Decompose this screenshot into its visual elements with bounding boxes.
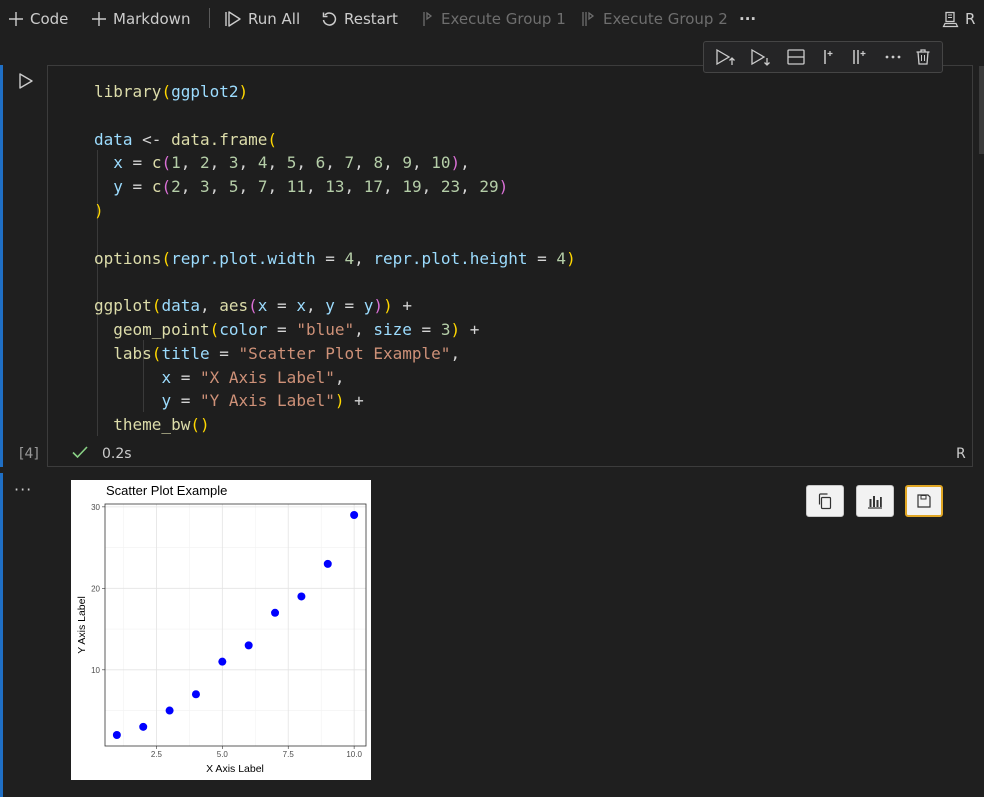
scatter-point [244,641,253,650]
code-line: geom_point(color = "blue", size = 3) + [113,319,480,339]
more-label: ··· [739,10,757,28]
execution-count: [4] [19,446,39,462]
scatter-point [350,511,359,519]
editor-scrollbar[interactable] [979,66,984,154]
code-editor[interactable]: library(ggplot2) data <- data.frame( x =… [94,80,576,437]
restart-button[interactable]: Restart [321,8,398,30]
x-tick-label: 10.0 [346,750,362,759]
kernel-picker[interactable]: R [942,8,975,30]
scatter-point [112,731,121,739]
y-tick-label: 10 [91,666,100,675]
x-tick-label: 7.5 [283,750,295,759]
y-axis-label: Y Axis Label [76,596,88,654]
code-line: y = "Y Axis Label") + [161,391,364,411]
add-markdown-cell-button[interactable]: Markdown [91,8,190,30]
plot-panel [104,503,367,747]
execute-group-2-label: Execute Group 2 [603,10,728,28]
scatter-point [297,592,306,601]
add-code-cell-button[interactable]: Code [8,8,68,30]
more-cell-actions-icon[interactable] [884,54,902,60]
code-line: data <- data.frame( [94,129,278,149]
y-tick-label: 30 [91,503,100,512]
y-tick-label: 20 [91,584,100,593]
run-all-label: Run All [248,10,301,28]
bar-chart-icon [868,496,882,509]
delete-cell-icon[interactable] [915,48,931,66]
output-more-button[interactable]: ··· [14,480,32,499]
restart-icon [321,11,338,28]
toolbar-divider [209,8,210,28]
code-line: labs(title = "Scatter Plot Example", [113,343,461,363]
execute-group-1-button[interactable]: Execute Group 1 [421,8,566,30]
execute-group-2-button[interactable]: Execute Group 2 [581,8,728,30]
code-line: x = "X Axis Label", [161,367,345,387]
execute-above-icon[interactable] [715,47,737,67]
plot-output: Scatter Plot Example 2.5 5.0 7.5 10.0 10 20 30… [71,480,371,780]
scatter-point [271,608,280,617]
copy-icon [818,493,832,510]
cell-toolbar [703,41,943,73]
success-check-icon [71,444,89,464]
code-label: Code [30,10,69,28]
plus-icon [91,11,107,27]
split-cell-icon[interactable] [786,48,806,66]
x-tick-label: 5.0 [217,750,229,759]
cell-language[interactable]: R [956,446,966,462]
code-line: theme_bw() [113,415,210,435]
notebook-toolbar: Code Markdown Run All Restart Execute Gr… [0,0,984,38]
execute-group-1-label: Execute Group 1 [441,10,566,28]
scatter-point [191,690,200,699]
code-line: options(repr.plot.width = 4, repr.plot.h… [94,248,576,268]
run-all-button[interactable]: Run All [224,8,300,30]
markdown-label: Markdown [113,10,191,28]
x-tick-label: 2.5 [151,750,163,759]
run-all-icon [224,10,242,28]
run-cell-button[interactable] [18,72,34,94]
x-axis-label: X Axis Label [206,763,264,775]
plus-icon [8,11,24,27]
scatter-point [323,559,332,568]
scatter-point [165,706,174,715]
output-indicator [0,473,3,797]
execute-below-icon[interactable] [750,47,772,67]
chart-title: Scatter Plot Example [106,483,227,498]
save-icon [917,494,931,508]
axis-ticks: 2.5 5.0 7.5 10.0 10 20 30 [91,503,362,759]
execute-group-icon [581,10,597,28]
open-plot-viewer-button[interactable] [856,485,894,517]
play-icon [19,73,33,89]
code-line: library(ggplot2) [94,82,249,101]
execution-duration: 0.2s [102,446,132,462]
scatter-plot: Scatter Plot Example 2.5 5.0 7.5 10.0 10 20 30… [76,483,367,775]
cell-focus-indicator [0,65,3,467]
add-group-icon[interactable] [850,48,870,66]
grid-lines [105,504,366,746]
code-line: x = c(1, 2, 3, 4, 5, 6, 7, 8, 9, 10), [113,153,470,173]
restart-label: Restart [344,10,398,28]
code-line: y = c(2, 3, 5, 7, 11, 13, 17, 19, 23, 29… [113,177,509,197]
copy-output-button[interactable] [806,485,844,517]
kernel-icon [942,11,959,28]
code-line: ) [94,200,104,220]
more-actions-button[interactable]: ··· [739,8,756,30]
scatter-point [218,657,227,666]
save-output-button[interactable] [905,485,943,517]
add-to-group-icon[interactable] [819,48,837,66]
code-line: ggplot(data, aes(x = x, y = y)) + [94,296,412,316]
execute-group-icon [421,10,435,28]
scatter-point [139,722,148,731]
kernel-label: R [965,10,976,28]
